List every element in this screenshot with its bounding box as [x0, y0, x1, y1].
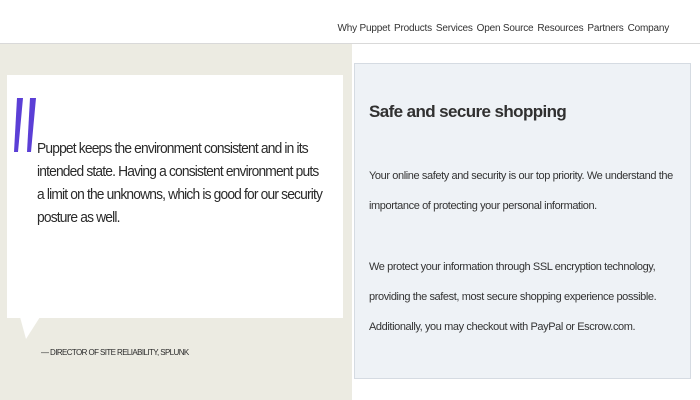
secure-shopping-paragraph-2: We protect your information through SSL … [369, 261, 657, 333]
nav-item-open-source[interactable]: Open Source [477, 23, 534, 34]
main-nav: Why Puppet Products Services Open Source… [338, 20, 670, 36]
secure-shopping-panel: Safe and secure shopping Your online saf… [354, 63, 691, 379]
nav-item-products[interactable]: Products [394, 23, 432, 34]
top-navigation-bar: Why Puppet Products Services Open Source… [0, 0, 700, 44]
testimonial-quote: Puppet keeps the environment consistent … [37, 140, 323, 226]
secure-shopping-paragraph-1: Your online safety and security is our t… [369, 170, 673, 212]
secure-shopping-title: Safe and secure shopping [369, 102, 567, 121]
nav-item-resources[interactable]: Resources [537, 23, 583, 34]
quote-card-tail [20, 317, 40, 339]
nav-item-services[interactable]: Services [436, 23, 473, 34]
testimonial-section: Puppet keeps the environment consistent … [0, 44, 352, 400]
nav-item-company[interactable]: Company [628, 23, 670, 34]
quote-icon [14, 98, 36, 152]
testimonial-attribution: — DIRECTOR OF SITE RELIABILITY, SPLUNK [41, 348, 189, 357]
nav-item-partners[interactable]: Partners [587, 23, 623, 34]
nav-item-why-puppet[interactable]: Why Puppet [338, 23, 391, 34]
